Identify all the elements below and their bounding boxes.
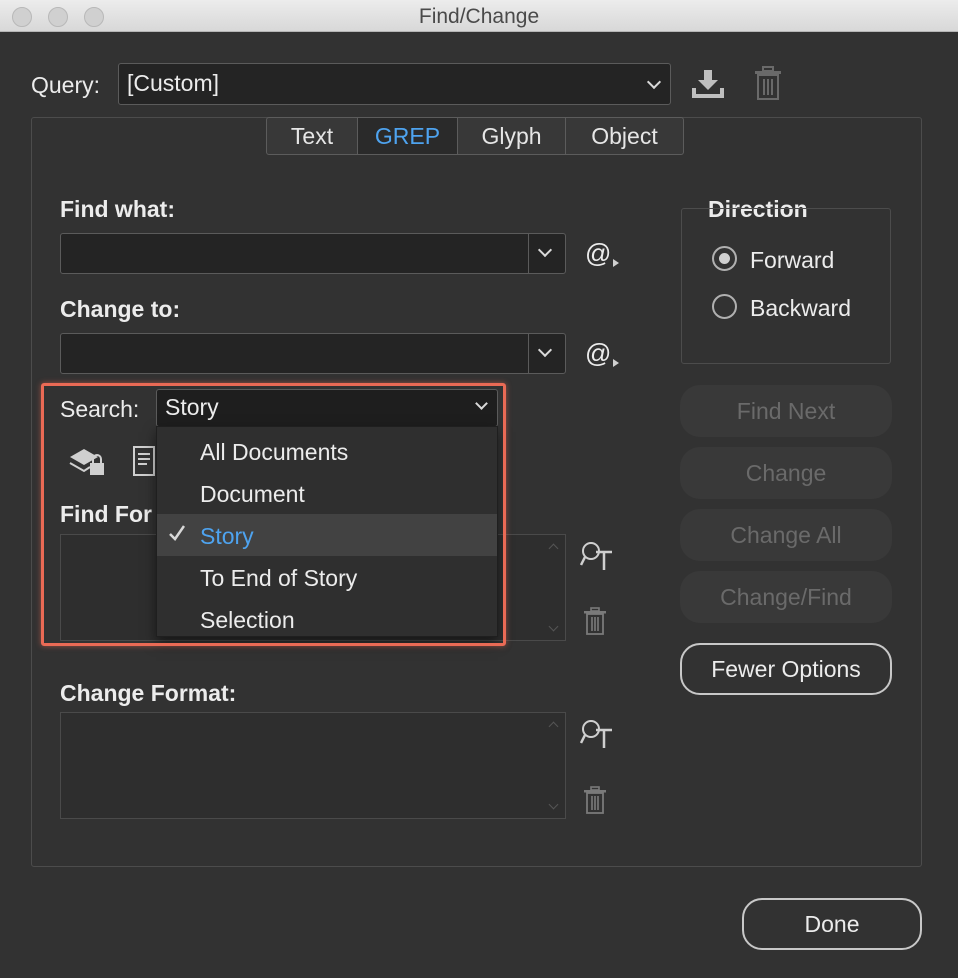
find-what-field[interactable] bbox=[60, 233, 566, 274]
find-next-button[interactable]: Find Next bbox=[680, 385, 892, 437]
title-bar: Find/Change bbox=[0, 0, 958, 32]
tab-bar: Text GREP Glyph Object bbox=[266, 117, 684, 155]
backward-label[interactable]: Backward bbox=[750, 295, 851, 322]
fewer-options-button[interactable]: Fewer Options bbox=[680, 643, 892, 695]
change-format-label: Change Format: bbox=[60, 680, 237, 706]
chevron-down-icon[interactable] bbox=[537, 342, 553, 358]
clear-find-format-icon[interactable] bbox=[583, 607, 607, 635]
change-button[interactable]: Change bbox=[680, 447, 892, 499]
query-value: [Custom] bbox=[127, 70, 220, 96]
window-title: Find/Change bbox=[418, 5, 540, 28]
forward-radio[interactable] bbox=[712, 246, 737, 271]
special-characters-change-icon[interactable]: @ bbox=[585, 338, 611, 369]
clear-change-format-icon[interactable] bbox=[583, 786, 607, 814]
change-format-box[interactable] bbox=[60, 712, 566, 819]
submenu-arrow-icon bbox=[613, 259, 619, 267]
chevron-down-icon bbox=[646, 74, 662, 90]
direction-group bbox=[681, 208, 891, 364]
tab-object[interactable]: Object bbox=[566, 118, 683, 154]
specify-change-format-icon[interactable] bbox=[580, 718, 614, 750]
change-to-field[interactable] bbox=[60, 333, 566, 374]
change-all-button[interactable]: Change All bbox=[680, 509, 892, 561]
chevron-down-icon[interactable] bbox=[537, 242, 553, 258]
find-what-label: Find what: bbox=[60, 196, 175, 222]
done-button[interactable]: Done bbox=[742, 898, 922, 950]
backward-radio[interactable] bbox=[712, 294, 737, 319]
special-characters-find-icon[interactable]: @ bbox=[585, 238, 611, 269]
save-query-icon[interactable] bbox=[690, 68, 726, 100]
change-to-label: Change to: bbox=[60, 296, 181, 322]
submenu-arrow-icon bbox=[613, 359, 619, 367]
query-select[interactable]: [Custom] bbox=[118, 63, 671, 105]
annotation-highlight bbox=[41, 383, 506, 646]
tab-glyph[interactable]: Glyph bbox=[458, 118, 566, 154]
forward-label[interactable]: Forward bbox=[750, 247, 834, 274]
change-find-button[interactable]: Change/Find bbox=[680, 571, 892, 623]
specify-find-format-icon[interactable] bbox=[580, 540, 614, 572]
delete-query-icon[interactable] bbox=[754, 66, 782, 100]
query-label: Query: bbox=[31, 72, 101, 98]
tab-grep[interactable]: GREP bbox=[358, 118, 458, 154]
tab-text[interactable]: Text bbox=[267, 118, 358, 154]
